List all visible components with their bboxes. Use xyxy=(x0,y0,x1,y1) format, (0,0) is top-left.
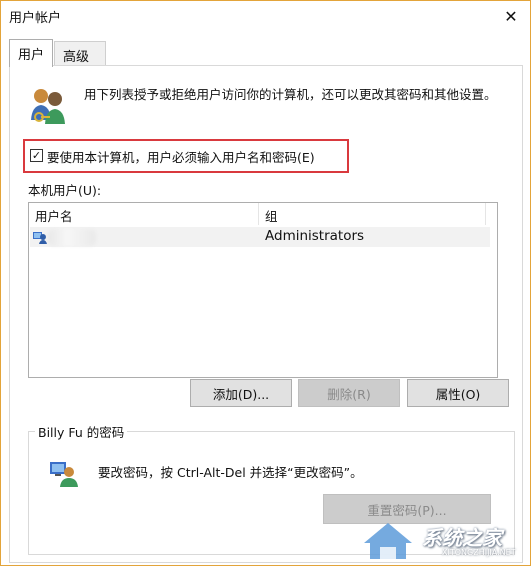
remove-user-button[interactable]: 删除(R) xyxy=(298,379,400,407)
list-header: 用户名 组 xyxy=(29,203,497,225)
column-divider[interactable] xyxy=(485,203,486,225)
watermark-text: 系统之家 xyxy=(422,526,502,550)
user-icon xyxy=(33,232,47,244)
close-icon[interactable]: ✕ xyxy=(498,5,524,27)
title-bar[interactable]: 用户帐户 ✕ xyxy=(1,1,530,32)
watermark-subtext: XITONGZHIJIA.NET xyxy=(442,548,516,557)
redacted-username xyxy=(48,229,96,246)
column-header-group[interactable]: 组 xyxy=(265,206,278,225)
window-title: 用户帐户 xyxy=(9,11,62,26)
change-password-instructions: 要改密码，按 Ctrl-Alt-Del 并选择“更改密码”。 xyxy=(98,465,363,480)
add-user-button[interactable]: 添加(D)... xyxy=(190,379,292,407)
table-row[interactable]: Administrators xyxy=(30,227,490,247)
local-users-label: 本机用户(U): xyxy=(28,183,102,198)
row-group: Administrators xyxy=(265,228,365,244)
require-login-label[interactable]: 要使用本计算机，用户必须输入用户名和密码(E) xyxy=(47,147,315,166)
user-accounts-window: 用户帐户 ✕ 用户 高级 用下列表授予或拒绝用户访问你的计算机，还可以更改其密码… xyxy=(0,0,531,566)
column-header-username[interactable]: 用户名 xyxy=(35,206,73,225)
users-icon xyxy=(31,89,65,124)
tab-users[interactable]: 用户 xyxy=(9,39,53,67)
intro-text: 用下列表授予或拒绝用户访问你的计算机，还可以更改其密码和其他设置。 xyxy=(84,87,497,102)
house-logo-icon xyxy=(364,523,412,559)
users-tab-panel: 用下列表授予或拒绝用户访问你的计算机，还可以更改其密码和其他设置。 ✓ 要使用本… xyxy=(9,65,523,563)
users-list[interactable]: 用户名 组 Administrators xyxy=(28,202,498,378)
column-divider[interactable] xyxy=(258,203,259,225)
properties-button[interactable]: 属性(O) xyxy=(407,379,509,407)
password-section-title: Billy Fu 的密码 xyxy=(35,422,128,441)
watermark-logo: 系统之家 XITONGZHIJIA.NET xyxy=(358,517,522,561)
tab-advanced[interactable]: 高级 xyxy=(54,41,106,66)
require-login-checkbox[interactable]: ✓ xyxy=(30,149,43,162)
user-password-icon xyxy=(50,462,78,487)
